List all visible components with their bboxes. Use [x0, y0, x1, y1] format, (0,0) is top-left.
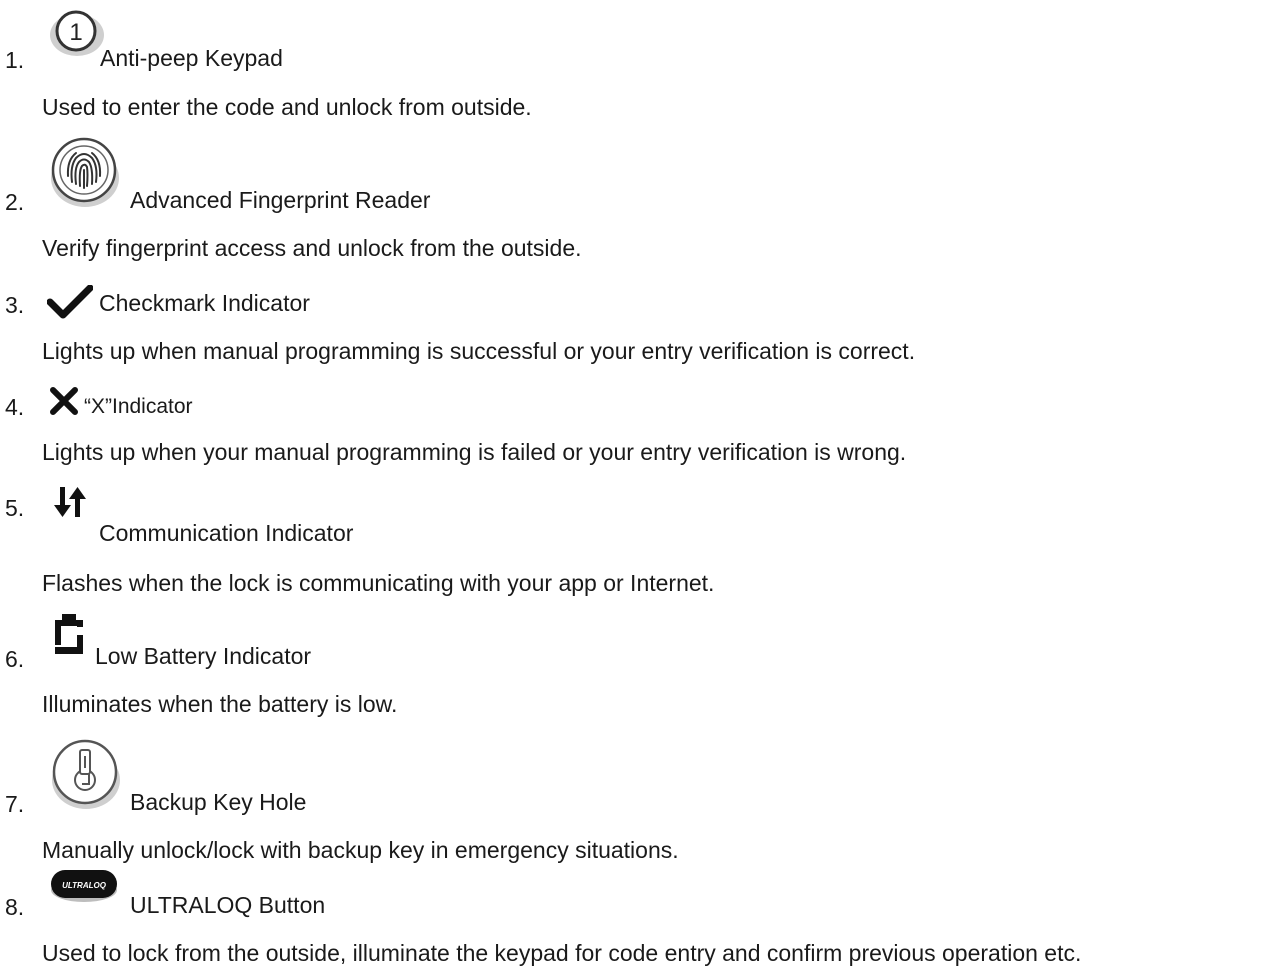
svg-text:ULTRALOQ: ULTRALOQ	[62, 881, 107, 890]
key-hole-icon	[51, 738, 121, 810]
item-description: Illuminates when the battery is low.	[42, 691, 398, 717]
communication-arrows-icon	[52, 485, 88, 519]
svg-text:1: 1	[69, 19, 82, 46]
item-number: 1.	[5, 47, 25, 73]
item-title: Communication Indicator	[99, 520, 354, 546]
item-title: Anti-peep Keypad	[100, 45, 283, 71]
item-title: Low Battery Indicator	[95, 643, 312, 669]
item-number: 4.	[5, 394, 25, 420]
item-description: Used to lock from the outside, illuminat…	[42, 940, 1082, 966]
item-title: Advanced Fingerprint Reader	[130, 187, 431, 213]
item-title: Checkmark Indicator	[99, 290, 310, 316]
item-description: Lights up when your manual programming i…	[42, 439, 907, 465]
item-number: 8.	[5, 894, 25, 920]
item-title: “X”Indicator	[84, 395, 193, 418]
item-description: Lights up when manual programming is suc…	[42, 338, 916, 364]
item-description: Used to enter the code and unlock from o…	[42, 94, 532, 120]
item-number: 5.	[5, 495, 25, 521]
ultraloq-button-icon: ULTRALOQ	[50, 869, 118, 903]
item-number: 6.	[5, 646, 25, 672]
low-battery-icon	[52, 613, 86, 655]
fingerprint-icon	[50, 136, 120, 208]
item-number: 7.	[5, 791, 25, 817]
numbered-circle-1-icon: 1	[48, 10, 106, 58]
item-description: Flashes when the lock is communicating w…	[42, 570, 715, 596]
item-description: Verify fingerprint access and unlock fro…	[42, 235, 582, 261]
x-icon	[50, 387, 78, 415]
item-title: ULTRALOQ Button	[130, 892, 326, 918]
item-description: Manually unlock/lock with backup key in …	[42, 837, 679, 863]
item-number: 2.	[5, 189, 25, 215]
checkmark-icon	[47, 285, 93, 319]
item-title: Backup Key Hole	[130, 789, 307, 815]
item-number: 3.	[5, 292, 25, 318]
